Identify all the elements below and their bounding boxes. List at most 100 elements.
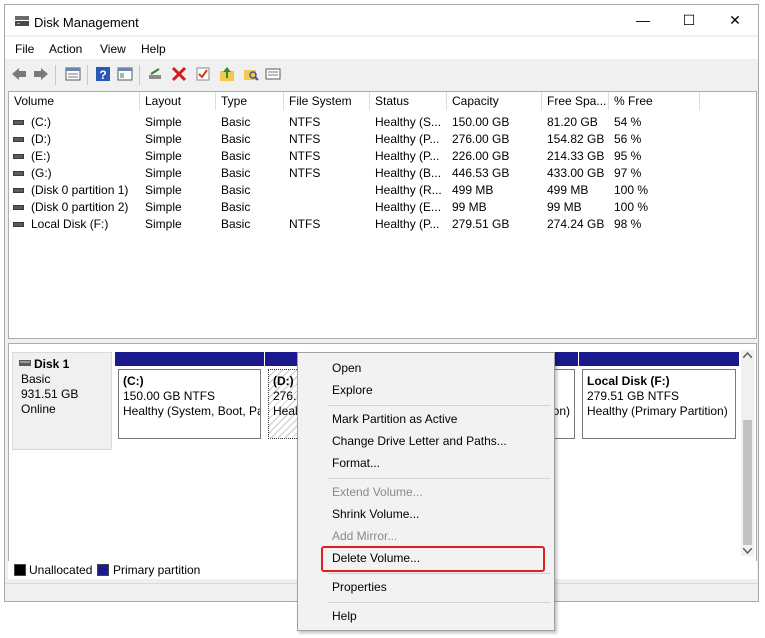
cell-percent-free: 95 % xyxy=(614,149,642,163)
view-icon[interactable] xyxy=(265,66,281,82)
table-row[interactable]: (E:) Simple Basic NTFS Healthy (P... 226.00 G… xyxy=(9,148,754,165)
cell-percent-free: 100 % xyxy=(614,200,649,214)
cell-capacity: 99 MB xyxy=(452,200,487,214)
column-header-file-system[interactable]: File System xyxy=(284,92,370,110)
window-title: Disk Management xyxy=(34,15,139,30)
cell-status: Healthy (R... xyxy=(375,183,442,197)
cell-type: Basic xyxy=(221,166,251,180)
partition-header xyxy=(579,352,739,366)
cell-volume: (Disk 0 partition 2) xyxy=(31,200,129,214)
cell-free-space: 433.00 GB xyxy=(547,166,605,180)
check-icon[interactable] xyxy=(195,66,211,82)
scroll-thumb[interactable] xyxy=(743,420,752,545)
cell-status: Healthy (S... xyxy=(375,115,442,129)
legend-unallocated: Unallocated xyxy=(29,563,93,577)
toolbar-separator xyxy=(139,65,140,85)
cell-free-space: 214.33 GB xyxy=(547,149,605,163)
cell-file-system xyxy=(289,182,369,199)
cell-file-system xyxy=(289,199,369,216)
column-header-type[interactable]: Type xyxy=(216,92,284,110)
help-icon[interactable]: ? xyxy=(95,66,111,82)
cell-status: Healthy (P... xyxy=(375,149,440,163)
cell-type: Basic xyxy=(221,217,251,231)
cell-file-system: NTFS xyxy=(289,132,321,146)
cell-percent-free: 54 % xyxy=(614,115,642,129)
disk-1-label[interactable]: Disk 1 Basic 931.51 GB Online xyxy=(12,352,112,450)
menu-item-shrink-volume[interactable]: Shrink Volume... xyxy=(332,505,419,523)
back-arrow-icon[interactable] xyxy=(11,66,27,82)
disk-icon xyxy=(19,360,31,366)
cell-free-space: 499 MB xyxy=(547,183,589,197)
close-button[interactable]: ✕ xyxy=(712,5,758,35)
title-bar: Disk Management — ☐ ✕ xyxy=(5,5,758,35)
toolbar-separator xyxy=(55,65,56,85)
folder-up-icon[interactable] xyxy=(219,66,235,82)
menu-item-extend-volume: Extend Volume... xyxy=(332,485,423,499)
cell-file-system: NTFS xyxy=(289,217,321,231)
cell-layout: Simple xyxy=(145,132,182,146)
volume-icon xyxy=(13,188,24,193)
menu-view[interactable]: View xyxy=(100,42,126,56)
menu-item-add-mirror: Add Mirror... xyxy=(332,529,398,543)
column-header-free-space[interactable]: Free Spa... xyxy=(542,92,609,110)
disk-management-icon xyxy=(15,16,29,26)
menu-file[interactable]: File xyxy=(15,42,34,56)
table-row[interactable]: Local Disk (F:) Simple Basic NTFS Healthy (P… xyxy=(9,216,754,233)
menu-item-properties[interactable]: Properties xyxy=(332,578,387,596)
cell-volume: (D:) xyxy=(31,132,51,146)
cell-type: Basic xyxy=(221,183,251,197)
toolbar-separator xyxy=(87,65,88,85)
table-row[interactable]: (G:) Simple Basic NTFS Healthy (B... 446.53 G… xyxy=(9,165,754,182)
partition-c[interactable]: (C:) 150.00 GB NTFS Healthy (System, Boo… xyxy=(115,352,264,442)
partition-f[interactable]: Local Disk (F:) 279.51 GB NTFS Healthy (… xyxy=(579,352,739,442)
cell-volume: (Disk 0 partition 1) xyxy=(31,183,129,197)
cell-status: Healthy (E... xyxy=(375,200,442,214)
cell-free-space: 81.20 GB xyxy=(547,115,598,129)
column-header-capacity[interactable]: Capacity xyxy=(447,92,542,110)
disk-state: Online xyxy=(21,402,56,416)
table-row[interactable]: (D:) Simple Basic NTFS Healthy (P... 276.00 G… xyxy=(9,131,754,148)
menu-item-help[interactable]: Help xyxy=(332,607,357,625)
column-header-layout[interactable]: Layout xyxy=(140,92,216,110)
menu-item-format[interactable]: Format... xyxy=(332,454,380,472)
cell-type: Basic xyxy=(221,149,251,163)
console-icon[interactable] xyxy=(117,66,133,82)
maximize-button[interactable]: ☐ xyxy=(666,5,712,35)
menu-help[interactable]: Help xyxy=(141,42,166,56)
forward-arrow-icon[interactable] xyxy=(33,66,49,82)
table-row[interactable]: (C:) Simple Basic NTFS Healthy (S... 150.00 G… xyxy=(9,114,754,131)
menu-item-open[interactable]: Open xyxy=(332,359,361,377)
scroll-up-icon[interactable] xyxy=(743,352,752,358)
menu-bar: File Action View Help xyxy=(5,37,758,59)
menu-item-mark-active[interactable]: Mark Partition as Active xyxy=(332,410,457,428)
delete-icon[interactable] xyxy=(171,66,187,82)
delete-volume-highlight xyxy=(321,546,545,572)
column-header-percent-free[interactable]: % Free xyxy=(609,92,700,110)
menu-item-change-drive-letter[interactable]: Change Drive Letter and Paths... xyxy=(332,432,507,450)
cell-capacity: 279.51 GB xyxy=(452,217,510,231)
cell-volume: Local Disk (F:) xyxy=(31,217,109,231)
svg-text:?: ? xyxy=(99,68,106,82)
partition-info: (C:) 150.00 GB NTFS Healthy (System, Boo… xyxy=(118,369,261,439)
menu-action[interactable]: Action xyxy=(49,42,82,56)
cell-file-system: NTFS xyxy=(289,149,321,163)
menu-item-explore[interactable]: Explore xyxy=(332,381,373,399)
cell-percent-free: 100 % xyxy=(614,183,649,197)
volume-icon xyxy=(13,171,24,176)
column-header-status[interactable]: Status xyxy=(370,92,447,110)
volume-icon xyxy=(13,137,24,142)
menu-separator xyxy=(328,405,550,406)
minimize-button[interactable]: — xyxy=(620,5,666,35)
volume-icon xyxy=(13,205,24,210)
scroll-down-icon[interactable] xyxy=(743,548,752,554)
column-header-volume[interactable]: Volume xyxy=(9,92,140,110)
disk-type: Basic xyxy=(21,372,51,386)
vertical-scrollbar[interactable] xyxy=(741,350,754,556)
connect-icon[interactable] xyxy=(147,66,163,82)
cell-type: Basic xyxy=(221,115,251,129)
table-row[interactable]: (Disk 0 partition 2) Simple Basic Healthy (… xyxy=(9,199,754,216)
properties-icon[interactable] xyxy=(65,66,81,82)
search-folder-icon[interactable] xyxy=(243,66,259,82)
table-row[interactable]: (Disk 0 partition 1) Simple Basic Healthy (… xyxy=(9,182,754,199)
cell-free-space: 99 MB xyxy=(547,200,582,214)
